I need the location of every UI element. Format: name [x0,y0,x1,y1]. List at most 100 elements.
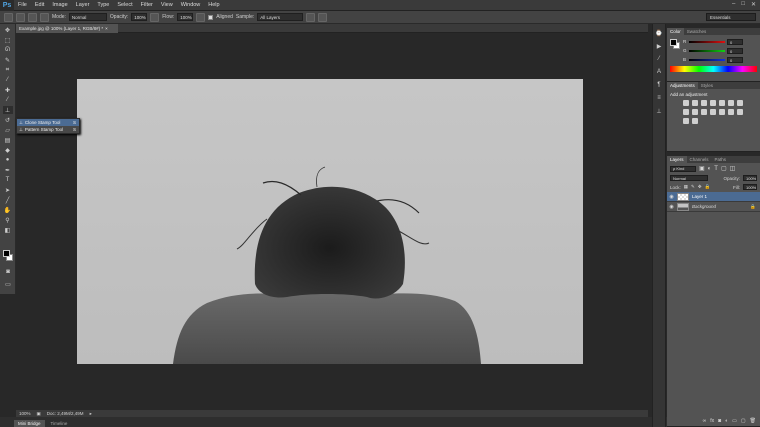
menu-layer[interactable]: Layer [72,2,94,8]
brush-tool-icon[interactable]: ⁄ [3,96,13,104]
menu-help[interactable]: Help [204,2,223,8]
crop-tool-icon[interactable]: ⌗ [3,66,13,74]
tab-color[interactable]: Color [667,28,684,35]
history-brush-tool-icon[interactable]: ↺ [3,116,13,124]
color-lookup-icon[interactable] [710,109,716,115]
lock-all-icon[interactable]: 🔒 [705,184,711,190]
selective-color-icon[interactable] [692,118,698,124]
red-value[interactable]: 0 [727,38,743,45]
tab-layers[interactable]: Layers [667,156,687,163]
flyout-clone-stamp-tool[interactable]: ⊥ Clone Stamp Tool S [17,119,79,126]
link-layers-icon[interactable]: ∞ [703,418,707,424]
flyout-pattern-stamp-tool[interactable]: ⊥ Pattern Stamp Tool S [17,126,79,133]
sample-select[interactable]: All Layers [257,13,304,21]
curves-icon[interactable] [701,100,707,106]
lock-transparent-icon[interactable]: ▦ [684,184,688,190]
zoom-tool-icon[interactable]: ⚲ [3,216,13,224]
clone-stamp-tool-icon[interactable]: ⊥ [2,106,13,114]
blur-tool-icon[interactable]: ◆ [3,146,13,154]
mode-select[interactable]: Normal [68,13,107,21]
quick-mask-icon[interactable]: ◙ [3,268,13,276]
blue-track[interactable] [689,58,725,61]
hand-tool-icon[interactable]: ✋ [3,206,13,214]
pressure-size-icon[interactable] [318,12,328,22]
path-selection-tool-icon[interactable]: ➤ [3,186,13,194]
layer-row-layer-1[interactable]: ◉ Layer 1 [667,192,760,202]
filter-adjustment-icon[interactable]: ◐ [708,166,712,172]
layer-opacity-field[interactable]: 100% [743,175,757,181]
levels-icon[interactable] [692,100,698,106]
color-spectrum-ramp[interactable] [670,66,757,72]
eraser-tool-icon[interactable]: ▱ [3,126,13,134]
photo-filter-icon[interactable] [692,109,698,115]
history-panel-icon[interactable]: ⌚ [655,29,663,37]
menu-file[interactable]: File [14,2,31,8]
status-menu-arrow-icon[interactable]: ▸ [90,411,92,417]
tab-adjustments[interactable]: Adjustments [667,82,698,89]
ignore-adjustment-layers-icon[interactable] [306,12,316,22]
green-slider[interactable]: G 0 [667,46,760,55]
filter-type-icon[interactable]: T [714,166,718,172]
add-mask-icon[interactable]: ◙ [718,418,721,424]
posterize-icon[interactable] [728,109,734,115]
type-tool-icon[interactable]: T [3,176,13,184]
flow-field[interactable]: 100% [177,13,194,21]
lasso-tool-icon[interactable]: ᘏ [3,46,13,54]
canvas-image[interactable] [77,79,583,364]
toggle-brush-panel-icon[interactable] [40,12,49,22]
layer-row-background[interactable]: ◉ Background 🔒 [667,202,760,212]
shape-tool-icon[interactable]: ╱ [3,196,13,204]
new-adjustment-icon[interactable]: ◐ [725,418,728,424]
default-colors-icon[interactable]: ◧ [3,226,13,234]
vibrance-icon[interactable] [719,100,725,106]
document-tab[interactable]: Example.jpg @ 100% (Layer 1, RGB/8#) * × [16,24,118,33]
pen-tool-icon[interactable]: ✒ [3,166,13,174]
tab-timeline[interactable]: Timeline [47,420,72,427]
brush-preset-icon[interactable] [16,12,25,22]
tab-swatches[interactable]: Swatches [684,28,710,35]
marquee-tool-icon[interactable]: ⬚ [3,36,13,44]
hue-saturation-icon[interactable] [728,100,734,106]
properties-panel-icon[interactable]: ≡ [655,94,663,102]
menu-filter[interactable]: Filter [137,2,157,8]
blue-value[interactable]: 0 [727,56,743,63]
tab-paths[interactable]: Paths [712,156,730,163]
clone-stamp-preset-icon[interactable] [4,12,13,22]
paragraph-panel-icon[interactable]: ¶ [655,81,663,89]
screen-mode-icon[interactable]: ▭ [3,280,13,288]
clone-source-icon[interactable]: ⊥ [655,107,663,115]
channel-mixer-icon[interactable] [701,109,707,115]
close-button[interactable]: ✕ [751,1,756,8]
layer-filter-kind[interactable]: ρ Kind [670,165,696,172]
menu-window[interactable]: Window [177,2,205,8]
minimize-button[interactable]: – [732,1,735,8]
invert-icon[interactable] [719,109,725,115]
menu-type[interactable]: Type [93,2,113,8]
gradient-tool-icon[interactable]: ▤ [3,136,13,144]
workspace-select[interactable]: Essentials [706,13,756,21]
new-group-icon[interactable]: ▭ [732,418,737,424]
color-balance-icon[interactable] [737,100,743,106]
status-info-icon[interactable]: ▣ [37,411,41,417]
move-tool-icon[interactable]: ✥ [3,26,13,34]
lock-pixels-icon[interactable]: ✎ [691,184,695,190]
foreground-color-swatch[interactable] [3,250,10,257]
tab-channels[interactable]: Channels [687,156,712,163]
tab-mini-bridge[interactable]: Mini Bridge [14,420,45,427]
airbrush-icon[interactable] [196,12,206,22]
delete-layer-icon[interactable]: 🗑 [750,418,756,424]
clone-source-panel-icon[interactable] [28,12,37,22]
brightness-contrast-icon[interactable] [683,100,689,106]
visibility-eye-icon[interactable]: ◉ [669,204,674,210]
pressure-opacity-icon[interactable] [150,12,160,22]
menu-image[interactable]: Image [48,2,71,8]
opacity-field[interactable]: 100% [131,13,148,21]
eyedropper-tool-icon[interactable]: ⁄ [3,76,13,84]
threshold-icon[interactable] [737,109,743,115]
document-tab-close-icon[interactable]: × [105,26,108,31]
green-value[interactable]: 0 [727,47,743,54]
menu-view[interactable]: View [157,2,177,8]
gradient-map-icon[interactable] [683,118,689,124]
aligned-checkbox[interactable] [208,14,214,20]
blend-mode-select[interactable]: Normal [670,175,708,181]
